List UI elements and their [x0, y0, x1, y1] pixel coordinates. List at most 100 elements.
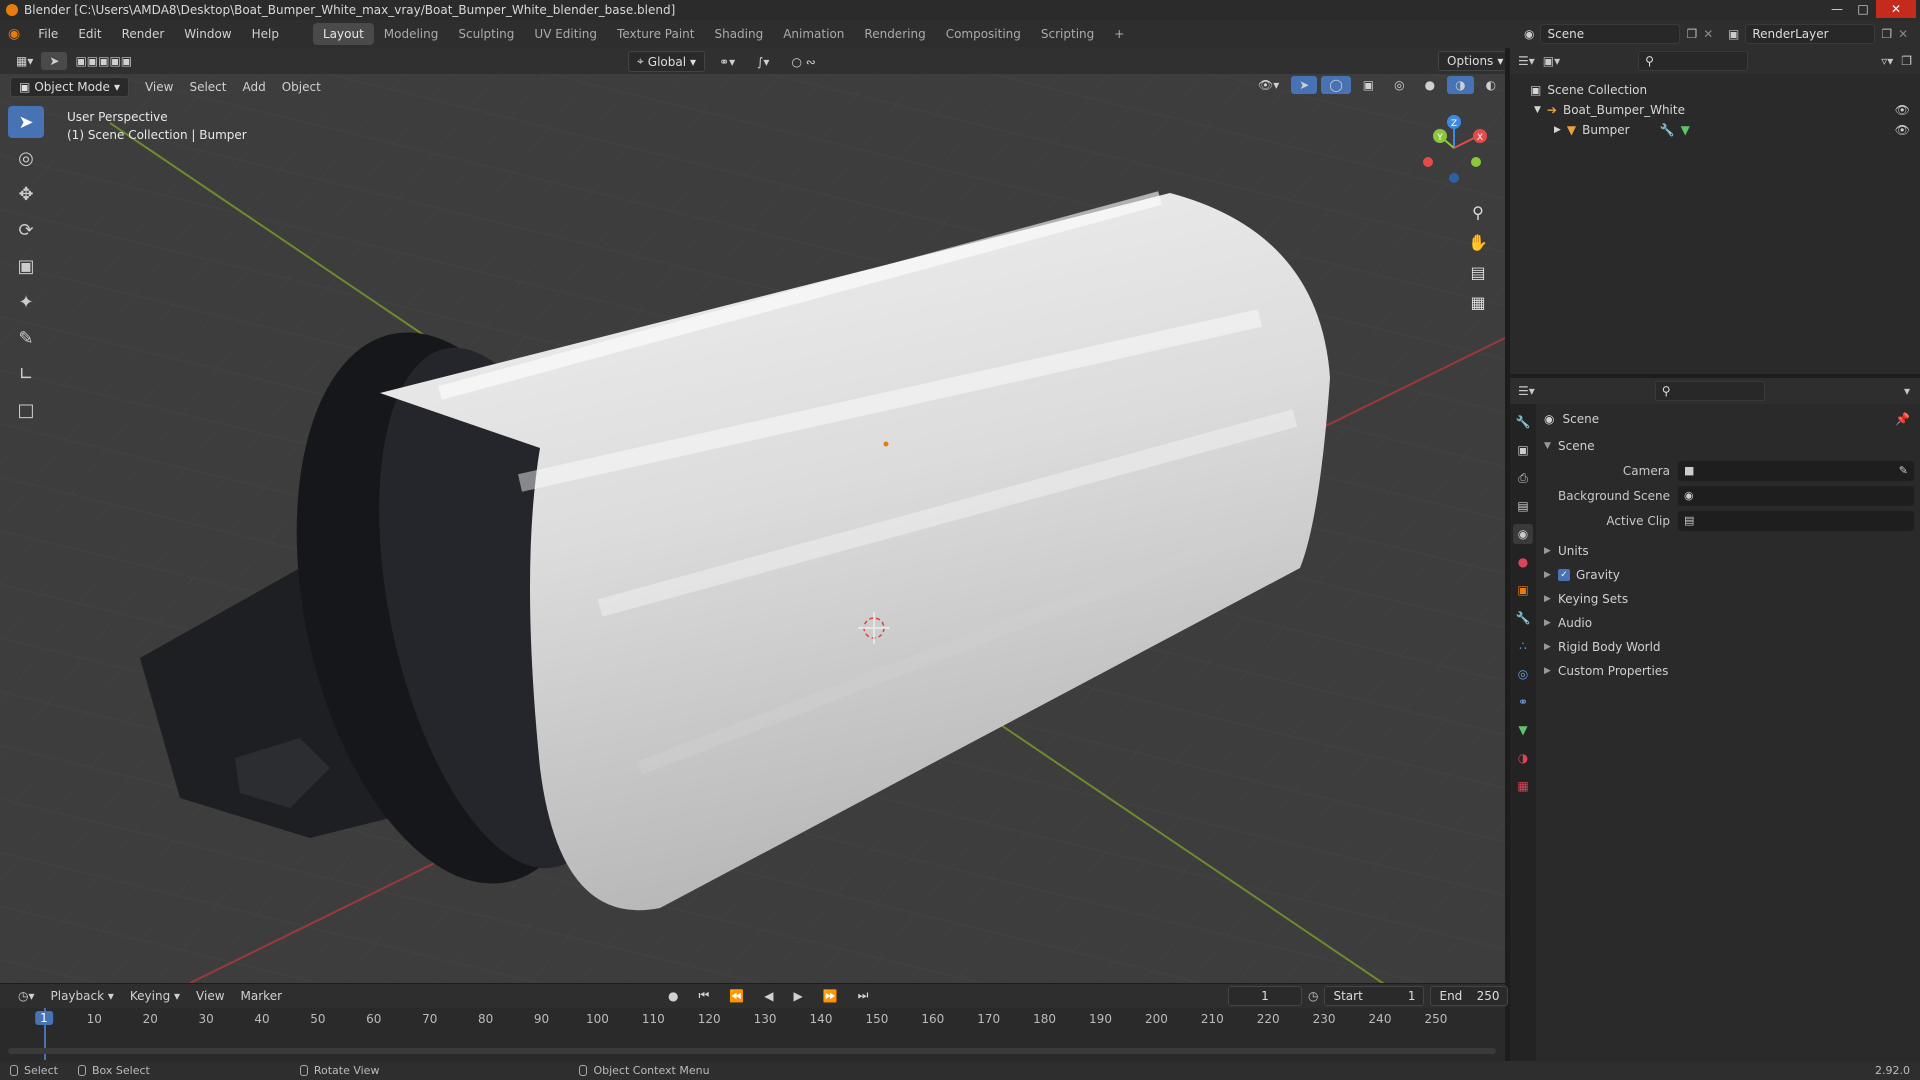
playhead-label[interactable]: 1 — [35, 1011, 53, 1025]
menu-timeline-view[interactable]: View — [188, 987, 232, 1005]
menu-edit[interactable]: Edit — [68, 27, 111, 41]
tab-texture-paint[interactable]: Texture Paint — [607, 23, 704, 45]
tab-animation[interactable]: Animation — [773, 23, 854, 45]
menu-object[interactable]: Object — [274, 78, 329, 96]
outliner-row-collection[interactable]: ▼ ➔ Boat_Bumper_White 👁 — [1510, 100, 1920, 120]
select-mode-icon[interactable]: ➤ — [41, 52, 68, 70]
outliner-row-object[interactable]: ▶ ▼ Bumper 🔧 ▼ 👁 — [1510, 120, 1920, 140]
data-tab-icon[interactable]: ▼ — [1513, 720, 1533, 740]
pan-hand-icon[interactable]: ✋ — [1464, 228, 1492, 256]
record-icon[interactable]: ● — [660, 987, 686, 1005]
display-mode-icon[interactable]: ▣▾ — [1543, 54, 1560, 68]
expand-toggle-icon[interactable]: ▶ — [1554, 125, 1561, 135]
background-scene-field[interactable]: ◉ — [1678, 485, 1914, 506]
modifier-icon[interactable]: 🔧 — [1660, 123, 1675, 137]
outliner-row-scene-collection[interactable]: ▣ Scene Collection — [1510, 80, 1920, 100]
end-frame-field[interactable]: End 250 — [1430, 986, 1509, 1006]
properties-editor-icon[interactable]: ☰▾ — [1518, 384, 1535, 398]
eye-icon[interactable]: 👁 — [1895, 123, 1910, 137]
material-tab-icon[interactable]: ◑ — [1513, 748, 1533, 768]
viewport-scene[interactable] — [0, 48, 1505, 983]
new-render-layer-icon[interactable]: ❐ — [1881, 27, 1892, 41]
camera-view-icon[interactable]: ▤ — [1464, 258, 1492, 286]
proportional-editing-icon[interactable]: ○ ∾ — [783, 53, 823, 71]
move-tool-icon[interactable]: ✥ — [8, 178, 44, 210]
filter-icon[interactable]: ▿▾ — [1881, 54, 1893, 68]
maximize-button[interactable]: □ — [1850, 0, 1876, 18]
cursor-tool-icon[interactable]: ◎ — [8, 142, 44, 174]
select-box-tool-icon[interactable]: ➤ — [8, 106, 44, 138]
clock-icon[interactable]: ◷ — [1308, 989, 1318, 1003]
snap-icon[interactable]: ∫▾ — [749, 53, 777, 71]
constraints-tab-icon[interactable]: ⚭ — [1513, 692, 1533, 712]
transform-tool-icon[interactable]: ✦ — [8, 286, 44, 318]
material-shading-icon[interactable]: ◑ — [1447, 76, 1474, 94]
tab-uv-editing[interactable]: UV Editing — [524, 23, 607, 45]
timeline-editor-icon[interactable]: ◷▾ — [10, 987, 43, 1005]
mode-dropdown[interactable]: ▣ Object Mode ▾ — [10, 77, 129, 97]
menu-playback[interactable]: Playback ▾ — [43, 987, 122, 1005]
annotate-tool-icon[interactable]: ✎ — [8, 322, 44, 354]
visibility-icon[interactable]: 👁▾ — [1250, 76, 1287, 94]
editor-type-icon[interactable]: ▦▾ — [8, 52, 41, 70]
navigation-gizmo[interactable]: Z X Y ⚲ ✋ ▤ ▦ — [1418, 112, 1498, 312]
mesh-data-icon[interactable]: ▼ — [1681, 123, 1690, 137]
timeline-scrollbar[interactable] — [8, 1048, 1496, 1054]
active-clip-field[interactable]: ▤ — [1678, 510, 1914, 531]
world-tab-icon[interactable]: ● — [1513, 552, 1533, 572]
panel-scene-header[interactable]: ▼ Scene — [1538, 434, 1920, 458]
close-button[interactable]: ✕ — [1876, 0, 1916, 18]
view-layer-tab-icon[interactable]: ▤ — [1513, 496, 1533, 516]
delete-scene-icon[interactable]: ✕ — [1703, 27, 1713, 41]
object-tab-icon[interactable]: ▣ — [1513, 580, 1533, 600]
menu-help[interactable]: Help — [242, 27, 289, 41]
measure-tool-icon[interactable]: ∟ — [8, 358, 44, 390]
minimize-button[interactable]: — — [1824, 0, 1850, 18]
tab-rendering[interactable]: Rendering — [854, 23, 935, 45]
outliner-search-input[interactable]: ⚲ — [1638, 51, 1749, 71]
play-icon[interactable]: ▶ — [785, 987, 810, 1005]
tab-layout[interactable]: Layout — [312, 23, 374, 45]
menu-keying[interactable]: Keying ▾ — [122, 987, 188, 1005]
menu-select[interactable]: Select — [181, 78, 234, 96]
eye-icon[interactable]: 👁 — [1895, 103, 1910, 117]
camera-field[interactable]: ■ ✎ — [1678, 460, 1914, 481]
scene-selector[interactable]: Scene — [1540, 24, 1681, 44]
wireframe-shading-icon[interactable]: ◎ — [1386, 76, 1412, 94]
particles-tab-icon[interactable]: ∴ — [1513, 636, 1533, 656]
tab-compositing[interactable]: Compositing — [936, 23, 1031, 45]
modifier-tab-icon[interactable]: 🔧 — [1513, 608, 1533, 628]
chevron-down-icon[interactable]: ▾ — [1904, 384, 1910, 398]
timeline-ruler[interactable]: 10 20 30 40 50 60 70 80 90 100 110 120 130 140 150 160 1… — [0, 1008, 1505, 1030]
menu-render[interactable]: Render — [112, 27, 175, 41]
transform-orientation-dropdown[interactable]: ⌖ Global ▾ — [628, 51, 706, 72]
texture-tab-icon[interactable]: ▦ — [1513, 776, 1533, 796]
panel-keying-sets-header[interactable]: ▶ Keying Sets — [1538, 587, 1920, 611]
output-tab-icon[interactable]: ⎙ — [1513, 468, 1533, 488]
panel-custom-properties-header[interactable]: ▶ Custom Properties — [1538, 659, 1920, 683]
ortho-grid-icon[interactable]: ▦ — [1464, 288, 1492, 316]
render-layer-icon[interactable]: ▣ — [1728, 27, 1739, 41]
jump-end-icon[interactable]: ⏭ — [850, 986, 877, 1005]
solid-shading-icon[interactable]: ● — [1417, 76, 1443, 94]
properties-search-input[interactable]: ⚲ — [1654, 381, 1765, 401]
3d-viewport[interactable]: ▦▾ ➤ ▣▣▣▣▣ ⌖ Global ▾ ⚭▾ ∫▾ ○ ∾ Options … — [0, 48, 1505, 983]
axis-gizmo-icon[interactable]: Z X Y — [1418, 112, 1498, 192]
play-reverse-icon[interactable]: ◀ — [756, 987, 781, 1005]
zoom-icon[interactable]: ⚲ — [1464, 198, 1492, 226]
prev-keyframe-icon[interactable]: ⏪ — [721, 987, 752, 1005]
tab-sculpting[interactable]: Sculpting — [448, 23, 524, 45]
new-scene-icon[interactable]: ❐ — [1686, 27, 1697, 41]
panel-rigid-body-world-header[interactable]: ▶ Rigid Body World — [1538, 635, 1920, 659]
next-keyframe-icon[interactable]: ⏩ — [815, 987, 846, 1005]
menu-view[interactable]: View — [137, 78, 181, 96]
current-frame-field[interactable]: 1 — [1228, 986, 1302, 1006]
add-workspace-button[interactable]: + — [1104, 23, 1134, 45]
menu-add[interactable]: Add — [234, 78, 273, 96]
pivot-point-icon[interactable]: ⚭▾ — [711, 53, 743, 71]
xray-icon[interactable]: ▣ — [1355, 76, 1382, 94]
blender-menu-icon[interactable]: ◉ — [8, 26, 20, 42]
pin-icon[interactable]: 📌 — [1895, 412, 1910, 426]
jump-start-icon[interactable]: ⏮ — [690, 986, 717, 1005]
new-collection-icon[interactable]: ❐ — [1901, 54, 1912, 68]
